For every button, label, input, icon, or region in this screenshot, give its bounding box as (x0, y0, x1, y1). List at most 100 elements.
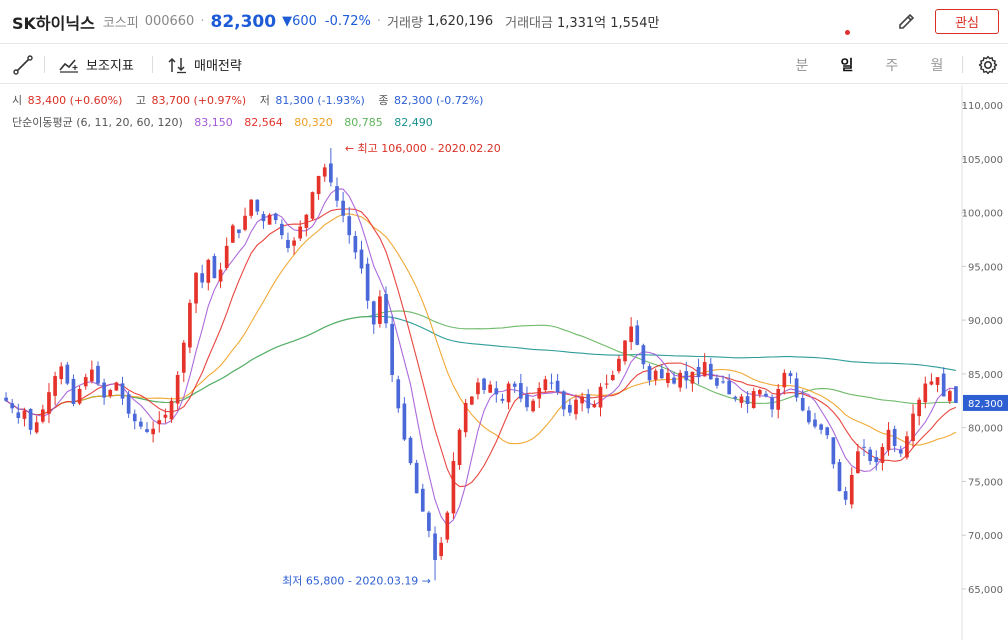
candle-body (733, 396, 738, 399)
y-tick-label: 95,000 (968, 262, 1003, 273)
y-tick-label: 80,000 (968, 424, 1003, 435)
candle-body (537, 387, 542, 399)
indicator-label: 보조지표 (86, 59, 134, 74)
candle-body (390, 323, 394, 375)
period-minute-tab[interactable]: 분 (788, 45, 816, 84)
candle-body (151, 428, 155, 435)
candle-body (157, 420, 162, 425)
y-tick-label: 75,000 (968, 477, 1003, 488)
candle-body (837, 462, 842, 492)
candle-body (298, 226, 303, 239)
toolbar-divider (44, 56, 45, 73)
candle-body (237, 229, 241, 233)
draw-line-icon[interactable] (12, 45, 34, 84)
candle-body (53, 376, 57, 396)
candle-body (911, 413, 915, 442)
candlestick-chart[interactable]: 110,000 105,000 100,000 95,000 90,000 85,000 8… (0, 85, 1008, 640)
candle-body (316, 175, 321, 195)
candle-body (617, 358, 621, 372)
y-tick-label: 100,000 (962, 209, 1003, 220)
candle-body (549, 382, 554, 384)
candle-body (188, 302, 192, 348)
y-tick-label: 70,000 (968, 531, 1003, 542)
candle-body (696, 366, 701, 378)
candle-body (659, 369, 664, 379)
candle-body (22, 410, 27, 419)
favorite-button[interactable]: 관심 (935, 9, 999, 34)
candle-body (439, 542, 444, 557)
candle-body (653, 370, 658, 380)
candle-body (954, 386, 958, 403)
candle-body (678, 372, 683, 388)
separator-dot: · (376, 14, 382, 29)
candle-body (126, 394, 131, 414)
candle-body (335, 186, 339, 201)
candle-body (261, 214, 266, 222)
candle-body (764, 393, 768, 397)
candle-body (586, 394, 591, 409)
candle-body (194, 272, 198, 304)
candle-body (880, 447, 885, 463)
candle-body (794, 378, 799, 398)
amount-value: 1,331억 1,554만 (556, 16, 660, 31)
candle-body (868, 449, 872, 462)
candle-body (292, 240, 296, 246)
strategy-button[interactable]: 매매전략 (166, 45, 242, 84)
candle-body (310, 192, 315, 219)
ma-line-11 (5, 208, 957, 488)
candle-body (71, 378, 76, 405)
candle-body (856, 451, 860, 474)
candle-body (561, 391, 566, 410)
candle-body (378, 296, 382, 324)
candle-body (463, 402, 468, 433)
candle-body (420, 488, 425, 512)
candle-body (365, 263, 370, 301)
candle-body (279, 223, 284, 236)
period-day-tab[interactable]: 일 (833, 45, 861, 84)
candle-body (800, 397, 805, 411)
active-period-indicator (845, 30, 850, 35)
candle-body (935, 377, 940, 385)
candle-body (77, 388, 82, 404)
current-price: 82,300 (210, 11, 277, 32)
candle-body (476, 382, 480, 395)
candle-body (629, 326, 633, 343)
indicator-icon (58, 56, 80, 74)
edit-pencil-icon[interactable] (896, 11, 918, 33)
stock-code: 000660 (144, 14, 195, 29)
candle-body (690, 371, 695, 384)
separator-dot: · (200, 14, 205, 29)
candle-body (488, 384, 493, 393)
candle-body (230, 225, 235, 243)
candle-body (715, 378, 719, 386)
period-week-tab[interactable]: 주 (878, 45, 906, 84)
candle-body (371, 301, 376, 325)
candle-body (181, 342, 186, 373)
y-tick-label: 105,000 (962, 155, 1003, 166)
candle-body (813, 419, 817, 427)
indicator-button[interactable]: 보조지표 (58, 45, 134, 84)
candle-body (751, 391, 756, 408)
strategy-icon (166, 56, 188, 74)
candle-body (175, 374, 180, 404)
candle-body (169, 400, 174, 420)
candle-body (108, 390, 113, 397)
period-month-tab[interactable]: 월 (923, 45, 951, 84)
candle-body (482, 378, 486, 391)
candle-body (200, 273, 205, 283)
settings-icon[interactable] (977, 45, 999, 84)
candle-body (684, 371, 689, 381)
low-annotation: 최저 65,800 - 2020.03.19 → (282, 574, 431, 587)
candle-body (512, 383, 517, 387)
candle-body (396, 379, 401, 409)
candle-body (807, 410, 811, 423)
y-tick-label: 65,000 (968, 585, 1003, 596)
candle-body (47, 392, 51, 414)
strategy-label: 매매전략 (194, 59, 242, 74)
candle-body (90, 369, 94, 382)
candle-body (518, 383, 523, 399)
candle-body (641, 345, 646, 365)
candle-body (341, 200, 345, 216)
candle-body (929, 381, 934, 385)
candle-body (739, 396, 744, 403)
